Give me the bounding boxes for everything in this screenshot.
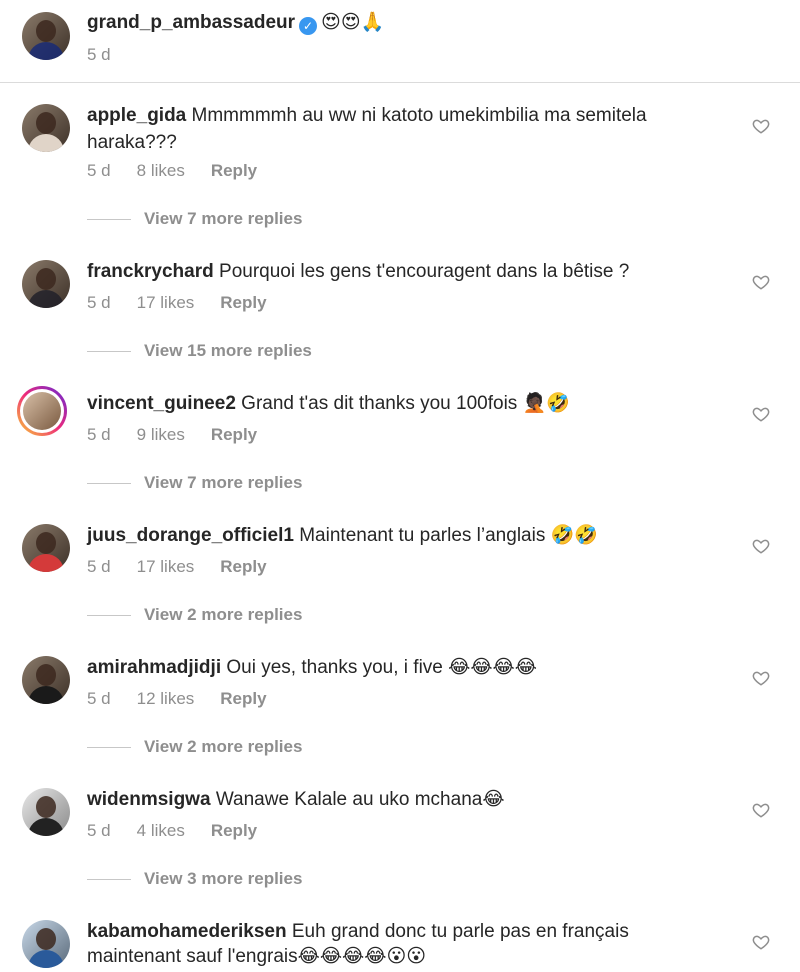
comment-username[interactable]: kabamohamederiksen	[87, 921, 287, 942]
comment-text-continued: maintenant sauf l'engrais😂😂😂😂😮😮	[87, 946, 427, 967]
reply-button[interactable]: Reply	[211, 425, 257, 444]
heart-outline-icon[interactable]	[752, 405, 770, 423]
comment-time: 5 d	[87, 821, 111, 840]
comment-likes[interactable]: 17 likes	[137, 293, 195, 312]
avatar[interactable]	[22, 788, 70, 836]
avatar[interactable]	[17, 386, 67, 436]
comment-time: 5 d	[87, 161, 111, 180]
comment-text: Maintenant tu parles l’anglais 🤣🤣	[299, 525, 598, 546]
view-more-replies[interactable]: View 3 more replies	[87, 869, 302, 889]
comment-username[interactable]: franckrychard	[87, 261, 214, 282]
comment-text: Wanawe Kalale au uko mchana😂	[215, 789, 505, 810]
heart-outline-icon[interactable]	[752, 801, 770, 819]
reply-button[interactable]: Reply	[220, 557, 266, 576]
avatar[interactable]	[22, 12, 70, 60]
heart-outline-icon[interactable]	[752, 273, 770, 291]
post-caption: grand_p_ambassadeur ✓ 😍😍🙏 5 d	[0, 0, 800, 83]
comment-likes[interactable]: 4 likes	[137, 821, 185, 840]
comment-time: 5 d	[87, 689, 111, 708]
verified-badge-icon: ✓	[299, 17, 318, 35]
caption-username[interactable]: grand_p_ambassadeur	[87, 12, 295, 33]
comment-time: 5 d	[87, 425, 111, 444]
heart-outline-icon[interactable]	[752, 537, 770, 555]
comment-text-continued: haraka???	[87, 132, 177, 153]
view-more-replies[interactable]: View 15 more replies	[87, 341, 312, 361]
reply-button[interactable]: Reply	[220, 689, 266, 708]
view-more-replies[interactable]: View 2 more replies	[87, 605, 302, 625]
caption-text: 😍😍🙏	[321, 12, 385, 33]
view-more-replies[interactable]: View 2 more replies	[87, 737, 302, 757]
comment-username[interactable]: apple_gida	[87, 105, 186, 126]
comment-text: Mmmmmmh au ww ni katoto umekimbilia ma s…	[191, 105, 647, 126]
avatar[interactable]	[22, 920, 70, 968]
comment-text: Euh grand donc tu parle pas en français	[291, 921, 629, 942]
avatar[interactable]	[22, 524, 70, 572]
avatar[interactable]	[22, 656, 70, 704]
avatar[interactable]	[22, 104, 70, 152]
reply-button[interactable]: Reply	[220, 293, 266, 312]
comment-username[interactable]: widenmsigwa	[87, 789, 211, 810]
comment-text: Oui yes, thanks you, i five 😂😂😂😂	[226, 657, 537, 678]
comment-text: Grand t'as dit thanks you 100fois 🤦🏿🤣	[241, 393, 570, 414]
comment-time: 5 d	[87, 293, 111, 312]
comment-username[interactable]: vincent_guinee2	[87, 393, 236, 414]
comment-text: Pourquoi les gens t'encouragent dans la …	[219, 261, 630, 282]
reply-button[interactable]: Reply	[211, 821, 257, 840]
heart-outline-icon[interactable]	[752, 117, 770, 135]
caption-time: 5 d	[87, 45, 111, 64]
comment-time: 5 d	[87, 557, 111, 576]
heart-outline-icon[interactable]	[752, 669, 770, 687]
comment-likes[interactable]: 9 likes	[137, 425, 185, 444]
heart-outline-icon[interactable]	[752, 933, 770, 951]
comment-username[interactable]: juus_dorange_officiel1	[87, 525, 294, 546]
comment-username[interactable]: amirahmadjidji	[87, 657, 221, 678]
comment-likes[interactable]: 8 likes	[137, 161, 185, 180]
avatar[interactable]	[22, 260, 70, 308]
view-more-replies[interactable]: View 7 more replies	[87, 209, 302, 229]
comment-likes[interactable]: 17 likes	[137, 557, 195, 576]
reply-button[interactable]: Reply	[211, 161, 257, 180]
view-more-replies[interactable]: View 7 more replies	[87, 473, 302, 493]
comment-likes[interactable]: 12 likes	[137, 689, 195, 708]
